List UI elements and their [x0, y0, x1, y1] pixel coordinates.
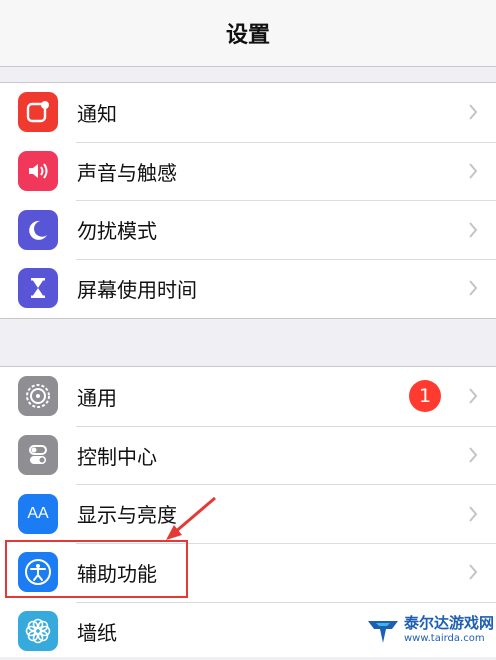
settings-row-sounds[interactable]: 声音与触感: [0, 141, 496, 201]
chevron-right-icon: [469, 506, 478, 522]
wallpaper-flower-icon: [18, 611, 58, 652]
settings-row-notifications[interactable]: 通知: [0, 83, 496, 142]
screen-time-hourglass-icon: [18, 268, 58, 309]
watermark-title: 泰尔达游戏网: [404, 613, 495, 632]
settings-row-display-brightness[interactable]: AA 显示与亮度: [0, 484, 496, 543]
settings-row-screen-time[interactable]: 屏幕使用时间: [0, 259, 496, 318]
chevron-right-icon: [469, 447, 478, 463]
row-label: 声音与触感: [77, 160, 177, 185]
watermark-logo-icon: [368, 620, 398, 643]
row-label: 控制中心: [77, 444, 157, 469]
do-not-disturb-moon-icon: [18, 209, 58, 250]
display-icon-letters: AA: [27, 504, 49, 522]
row-label: 勿扰模式: [77, 219, 157, 244]
notifications-icon: [18, 92, 58, 133]
display-brightness-icon: AA: [18, 493, 58, 534]
notification-badge: 1: [409, 380, 441, 413]
settings-row-general[interactable]: 通用 1: [0, 367, 496, 426]
chevron-right-icon: [469, 104, 478, 120]
annotation-arrow: [166, 496, 216, 540]
highlight-box: [5, 540, 188, 598]
settings-row-control-center[interactable]: 控制中心: [0, 425, 496, 485]
row-label: 屏幕使用时间: [77, 277, 197, 302]
row-label: 通知: [77, 101, 117, 126]
chevron-right-icon: [469, 280, 478, 297]
row-label: 通用: [77, 385, 117, 410]
watermark: 泰尔达游戏网 www.tairda.com: [366, 608, 496, 651]
chevron-right-icon: [469, 222, 478, 238]
watermark-url: www.tairda.com: [404, 632, 485, 644]
row-label: 墙纸: [77, 620, 117, 645]
chevron-right-icon: [469, 163, 478, 179]
settings-row-do-not-disturb[interactable]: 勿扰模式: [0, 200, 496, 259]
chevron-right-icon: [469, 388, 478, 404]
page-title: 设置: [225, 23, 270, 48]
settings-group-1: 通知 声音与触感 勿扰模式 屏幕使用时间: [0, 82, 496, 319]
control-center-icon: [18, 435, 58, 476]
sounds-icon: [18, 151, 58, 192]
general-gear-icon: [18, 376, 58, 417]
navigation-bar: 设置: [0, 0, 496, 67]
chevron-right-icon: [469, 564, 478, 581]
